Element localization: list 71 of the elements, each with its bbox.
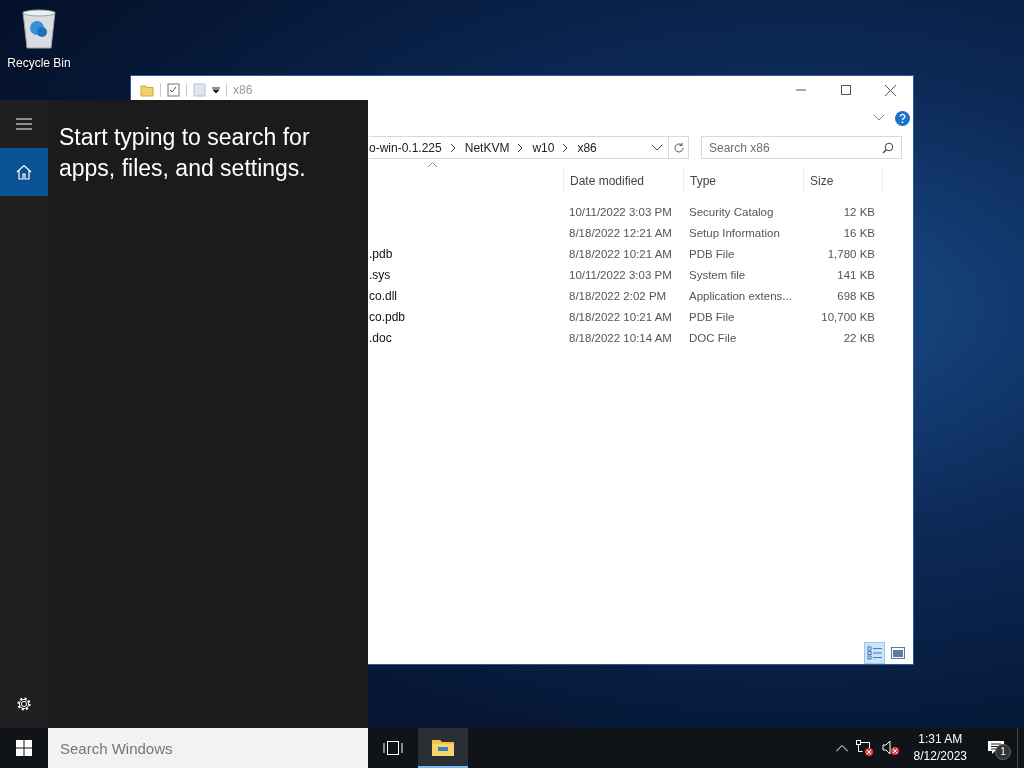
home-icon: [16, 164, 32, 180]
task-view-icon: [383, 741, 403, 755]
properties-icon[interactable]: [167, 83, 180, 97]
table-cell-text: Setup Information: [688, 226, 781, 239]
large-icons-view-icon: [890, 647, 905, 659]
file-name[interactable]: co.pdb: [369, 309, 563, 324]
search-icon[interactable]: [882, 142, 894, 154]
breadcrumb-item[interactable]: x86: [577, 140, 597, 155]
table-cell-text: 10/11/2022 3:03 PM: [568, 268, 673, 281]
table-cell-text: 10,700 KB: [820, 310, 876, 323]
table-cell-text: PDB File: [688, 310, 736, 323]
window-title: x86: [233, 83, 253, 97]
search-prompt: Start typing to search for apps, files, and settings.: [59, 123, 311, 183]
table-cell-text: 8/18/2022 10:21 AM: [568, 247, 673, 260]
table-cell-text: 8/18/2022 12:21 AM: [568, 226, 673, 239]
chevron-right-icon[interactable]: [450, 143, 456, 152]
settings-icon: [16, 696, 32, 712]
chevron-right-icon[interactable]: [518, 143, 524, 152]
refresh-icon: [672, 141, 685, 154]
network-error-icon[interactable]: [855, 740, 874, 756]
table-cell-text: DOC File: [688, 331, 738, 344]
home-button[interactable]: [0, 148, 48, 196]
notifications-button[interactable]: 1: [981, 728, 1011, 768]
details-view-icon: [866, 646, 883, 660]
table-cell-text: 10/11/2022 3:03 PM: [568, 205, 673, 218]
recycle-bin-icon[interactable]: [20, 8, 58, 50]
file-explorer-button[interactable]: [418, 728, 468, 768]
dropdown-icon[interactable]: [212, 86, 220, 94]
help-icon[interactable]: [895, 110, 910, 126]
details-view-button[interactable]: [864, 642, 885, 664]
notification-badge: 1: [995, 744, 1011, 760]
table-cell-text: PDB File: [688, 247, 736, 260]
file-name[interactable]: .doc: [369, 330, 563, 345]
table-cell-text: 8/18/2022 10:14 AM: [568, 331, 673, 344]
maximize-icon: [840, 85, 851, 95]
file-name[interactable]: co.dll: [369, 288, 563, 303]
table-cell-text: 1,780 KB: [826, 247, 876, 260]
column-header[interactable]: Type: [683, 168, 803, 194]
table-cell-text: Security Catalog: [688, 205, 775, 218]
table-cell-text: Application extens...: [688, 289, 793, 302]
sort-caret-icon: [428, 162, 437, 167]
chevron-down-icon[interactable]: [652, 144, 662, 151]
folder-icon: [432, 738, 454, 756]
table-cell-text: System file: [688, 268, 747, 281]
taskbar-search-field[interactable]: Search Windows: [48, 728, 368, 768]
windows-logo-icon: [16, 740, 32, 756]
column-header[interactable]: Size: [803, 168, 883, 194]
close-icon: [885, 84, 896, 96]
table-cell-text: 22 KB: [842, 331, 876, 344]
table-cell-text: 8/18/2022 2:02 PM: [568, 289, 668, 302]
menu-icon: [16, 118, 32, 130]
breadcrumb-item[interactable]: NetKVM: [464, 140, 510, 155]
file-name[interactable]: .pdb: [369, 246, 563, 261]
file-name[interactable]: .sys: [369, 267, 563, 282]
breadcrumb-item[interactable]: o-win-0.1.225: [369, 140, 442, 155]
refresh-button[interactable]: [669, 136, 689, 159]
table-cell-text: 141 KB: [836, 268, 876, 281]
chevron-up-icon[interactable]: [835, 744, 848, 752]
chevron-right-icon[interactable]: [563, 143, 569, 152]
table-cell-text: 698 KB: [836, 289, 876, 302]
breadcrumb-item[interactable]: w10: [532, 140, 555, 155]
clock-date[interactable]: 8/12/2023: [913, 748, 967, 765]
volume-muted-icon[interactable]: [881, 740, 900, 756]
clock-time[interactable]: 1:31 AM: [918, 731, 963, 748]
desktop-icon-label[interactable]: Recycle Bin: [7, 56, 71, 70]
table-cell-text: 8/18/2022 10:21 AM: [568, 310, 673, 323]
address-bar[interactable]: o-win-0.1.225 NetKVM w10 x86: [369, 136, 669, 159]
table-cell-text: 12 KB: [842, 205, 876, 218]
column-header[interactable]: Date modified: [563, 168, 683, 194]
table-cell-text: 16 KB: [842, 226, 876, 239]
search-field[interactable]: Search x86: [701, 136, 902, 159]
